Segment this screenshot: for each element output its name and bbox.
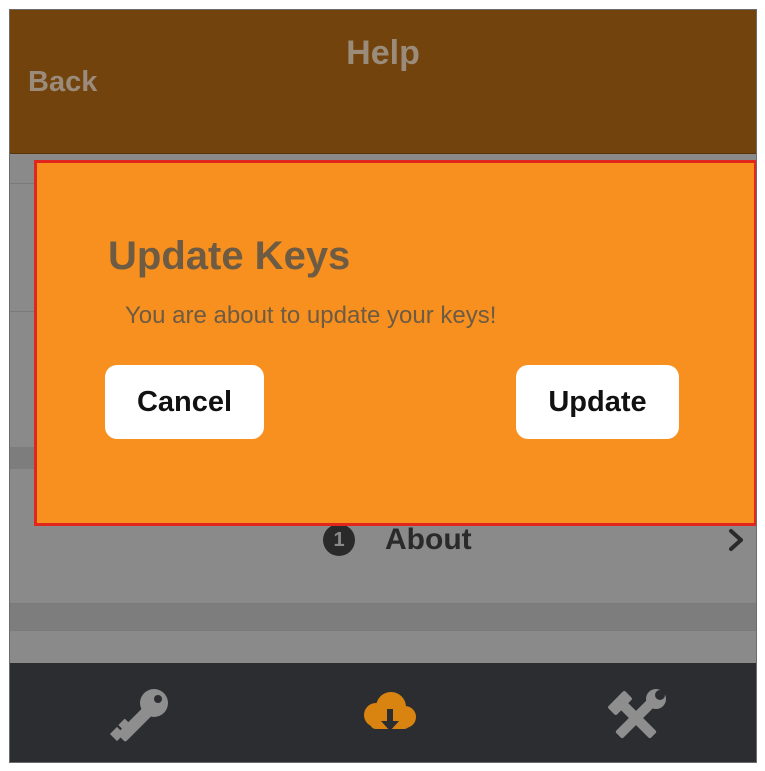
info-badge: 1: [323, 524, 355, 556]
cloud-download-icon: [364, 692, 416, 731]
chevron-right-icon: [729, 529, 743, 551]
tab-update[interactable]: [354, 685, 424, 747]
update-button[interactable]: Update: [516, 365, 679, 439]
section-separator: [10, 604, 756, 630]
bottom-tab-bar: [10, 663, 756, 762]
tools-icon: [608, 689, 666, 739]
list-divider: [10, 630, 756, 631]
tab-keys[interactable]: [108, 685, 178, 747]
cancel-button[interactable]: Cancel: [105, 365, 264, 439]
key-icon: [109, 689, 168, 742]
dialog-message: You are about to update your keys!: [125, 302, 497, 329]
page-title: Help: [346, 34, 420, 72]
list-item-label: About: [385, 523, 472, 556]
tab-tools[interactable]: [602, 685, 672, 747]
update-keys-dialog: Update Keys You are about to update your…: [34, 160, 756, 526]
header-bar: Back Help: [10, 10, 756, 154]
app-screen: Back Help 1 About Update Keys You are ab…: [9, 9, 757, 763]
dialog-title: Update Keys: [108, 234, 351, 278]
